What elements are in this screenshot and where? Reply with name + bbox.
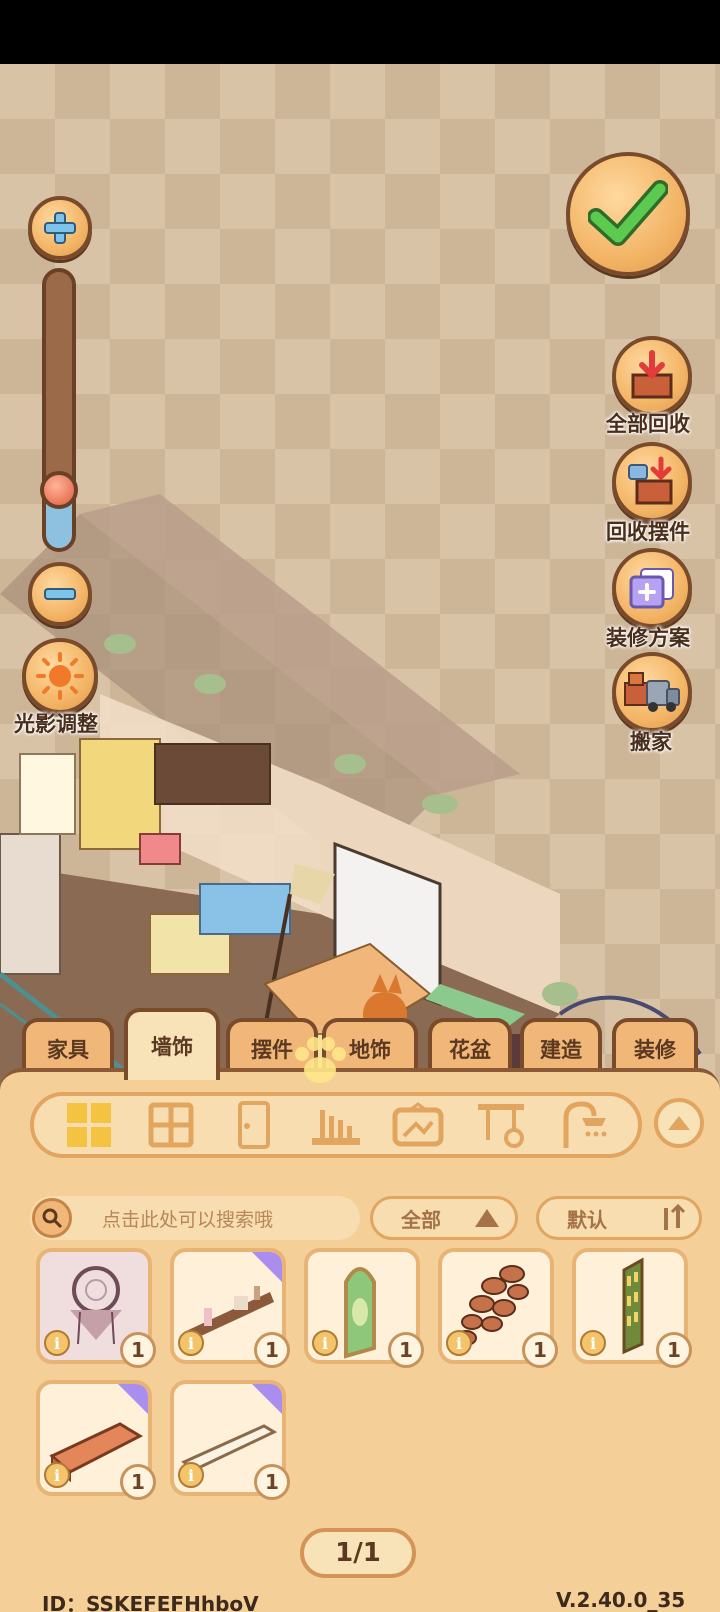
item-card-shelf-bottles[interactable]: i 1 [170,1248,290,1368]
move-house-button[interactable] [612,652,692,732]
move-house-label: 搬家 [630,730,672,754]
item-count: 1 [120,1464,156,1500]
minus-icon [44,588,76,600]
decor-plans-button[interactable] [612,548,692,628]
recycle-all-label: 全部回收 [606,412,690,436]
item-count: 1 [388,1332,424,1368]
utensil-rack-icon[interactable] [474,1098,528,1152]
shelf-icon[interactable] [309,1098,363,1152]
new-badge [252,1252,282,1282]
item-count: 1 [522,1332,558,1368]
tab-label: 装修 [634,1038,676,1062]
item-info-icon[interactable]: i [446,1330,472,1356]
recycle-items-button[interactable] [612,442,692,522]
tab-label: 花盆 [449,1038,491,1062]
sort-label: 默认 [567,1207,607,1232]
shower-icon[interactable] [556,1098,610,1152]
item-count: 1 [656,1332,692,1368]
item-info-icon[interactable]: i [580,1330,606,1356]
filter-dropdown[interactable]: 全部 [370,1196,518,1240]
tab-wall-decor[interactable]: 墙饰 [124,1008,220,1080]
item-info-icon[interactable]: i [178,1330,204,1356]
status-bar [0,0,720,64]
tab-label: 墙饰 [151,1035,193,1059]
box-arrow-down-icon [631,350,673,399]
item-info-icon[interactable]: i [178,1462,204,1488]
cards-plus-icon [629,568,674,609]
item-card-arched-window[interactable]: i 1 [304,1248,424,1368]
page-indicator: 1/1 [300,1528,416,1578]
tab-label: 建造 [540,1038,582,1062]
tab-label: 家具 [47,1038,89,1062]
item-card-orange-shelf[interactable]: i 1 [36,1380,156,1500]
version-label: V.2.40.0_35 [556,1588,686,1612]
item-card-dreamcatcher[interactable]: i 1 [36,1248,156,1368]
search-input[interactable]: 点击此处可以搜索哦 [30,1196,360,1240]
search-icon [32,1198,72,1238]
new-badge [118,1384,148,1414]
check-icon [588,180,668,246]
item-info-icon[interactable]: i [44,1462,70,1488]
sort-dropdown[interactable]: 默认 [536,1196,702,1240]
box-tag-icon [628,456,673,505]
zoom-slider-handle[interactable] [40,470,78,509]
triangle-up-icon [475,1209,499,1227]
tab-label: 摆件 [251,1038,293,1062]
item-count: 1 [254,1464,290,1500]
door-icon[interactable] [227,1098,281,1152]
item-card-stone-wall[interactable]: i 1 [438,1248,558,1368]
light-adjust-button[interactable] [22,638,98,714]
grid-all-icon[interactable] [62,1098,116,1152]
light-adjust-label: 光影调整 [14,712,98,736]
item-count: 1 [120,1332,156,1368]
recycle-items-label: 回收摆件 [606,520,690,544]
plus-icon [44,212,76,244]
recycle-all-button[interactable] [612,336,692,416]
search-placeholder: 点击此处可以搜索哦 [102,1208,274,1231]
decor-plans-label: 装修方案 [606,626,690,650]
window-icon[interactable] [144,1098,198,1152]
room-scene[interactable]: 光影调整 全部回收 回收摆件 装修方案 搬家 [0,64,720,1104]
sun-icon [36,652,84,700]
paw-icon [295,1037,346,1083]
chevron-up-icon [668,1116,690,1130]
player-id: ID：SSKEFEFHhboV [42,1592,259,1612]
item-card-tall-window[interactable]: i 1 [572,1248,692,1368]
collapse-panel-button[interactable] [654,1098,704,1148]
filter-label: 全部 [401,1207,441,1232]
item-info-icon[interactable]: i [312,1330,338,1356]
item-count: 1 [254,1332,290,1368]
picture-frame-icon[interactable] [391,1098,445,1152]
item-card-white-shelf[interactable]: i 1 [170,1380,290,1500]
category-bar [30,1092,642,1158]
zoom-slider[interactable] [42,268,76,552]
new-badge [252,1384,282,1414]
confirm-button[interactable] [566,152,690,276]
zoom-out-button[interactable] [28,562,92,626]
item-info-icon[interactable]: i [44,1330,70,1356]
tab-label: 地饰 [349,1038,391,1062]
zoom-in-button[interactable] [28,196,92,260]
moving-truck-icon [624,672,680,712]
sort-icon [664,1204,685,1230]
